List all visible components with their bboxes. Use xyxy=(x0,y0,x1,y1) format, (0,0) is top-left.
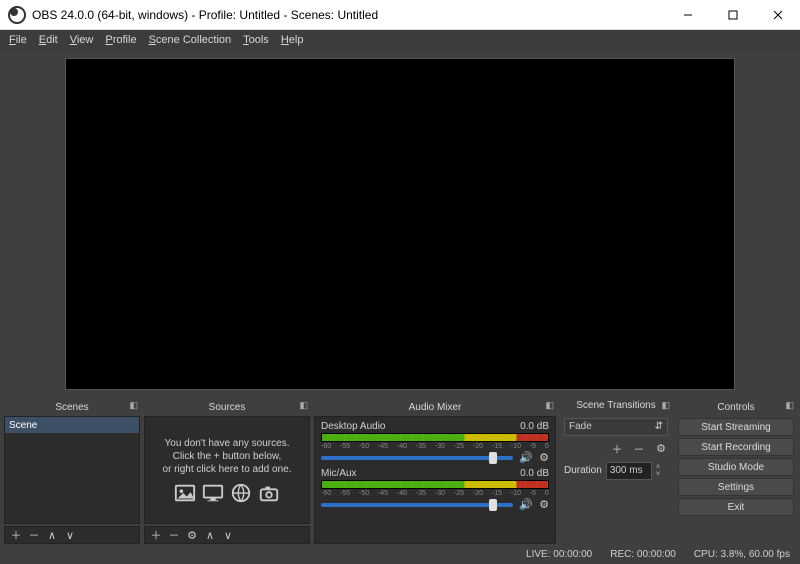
audio-meter xyxy=(321,480,549,489)
menu-bar: File Edit View Profile Scene Collection … xyxy=(0,30,800,50)
source-down-button[interactable]: ∨ xyxy=(221,528,235,542)
transitions-title: Scene Transitions xyxy=(576,400,656,411)
transition-selected: Fade xyxy=(569,421,592,432)
chevron-updown-icon: ⇵ xyxy=(655,421,663,432)
menu-profile[interactable]: Profile xyxy=(99,32,142,48)
duration-spinner[interactable]: ˄˅ xyxy=(656,464,660,478)
menu-scene-collection[interactable]: Scene Collection xyxy=(143,32,238,48)
source-remove-button[interactable]: － xyxy=(167,528,181,542)
popout-icon[interactable]: ◧ xyxy=(661,400,670,411)
mixer-channel: Mic/Aux 0.0 dB -60-55-50-45-40-35-30-25-… xyxy=(321,468,549,511)
channel-db: 0.0 dB xyxy=(520,421,549,432)
speaker-icon[interactable]: 🔊 xyxy=(519,498,533,511)
status-bar: LIVE: 00:00:00 REC: 00:00:00 CPU: 3.8%, … xyxy=(0,544,800,564)
camera-icon xyxy=(258,482,280,504)
mixer-title: Audio Mixer xyxy=(409,402,462,413)
controls-body: Start Streaming Start Recording Studio M… xyxy=(676,416,796,518)
scenes-toolbar: ＋ － ∧ ∨ xyxy=(4,526,140,544)
meter-ticks: -60-55-50-45-40-35-30-25-20-15-10-50 xyxy=(321,490,549,497)
channel-name: Desktop Audio xyxy=(321,421,386,432)
popout-icon[interactable]: ◧ xyxy=(129,400,138,411)
globe-icon xyxy=(230,482,252,504)
volume-slider[interactable] xyxy=(321,456,513,460)
scenes-header[interactable]: Scenes ◧ xyxy=(4,398,140,416)
controls-header[interactable]: Controls ◧ xyxy=(676,398,796,416)
status-live: LIVE: 00:00:00 xyxy=(526,549,592,560)
transition-select[interactable]: Fade ⇵ xyxy=(564,418,668,436)
minimize-button[interactable] xyxy=(665,0,710,30)
popout-icon[interactable]: ◧ xyxy=(785,400,794,411)
window-titlebar: OBS 24.0.0 (64-bit, windows) - Profile: … xyxy=(0,0,800,30)
mixer-header[interactable]: Audio Mixer ◧ xyxy=(314,398,556,416)
sources-title: Sources xyxy=(209,402,246,413)
studio-mode-button[interactable]: Studio Mode xyxy=(678,458,794,476)
duration-label: Duration xyxy=(564,465,602,476)
gear-icon[interactable]: ⚙ xyxy=(539,451,549,464)
meter-ticks: -60-55-50-45-40-35-30-25-20-15-10-50 xyxy=(321,443,549,450)
gear-icon[interactable]: ⚙ xyxy=(539,498,549,511)
sources-toolbar: ＋ － ⚙ ∧ ∨ xyxy=(144,526,310,544)
sources-header[interactable]: Sources ◧ xyxy=(144,398,310,416)
speaker-icon[interactable]: 🔊 xyxy=(519,451,533,464)
obs-logo-icon xyxy=(8,6,26,24)
scenes-list[interactable]: Scene xyxy=(4,416,140,524)
scene-item[interactable]: Scene xyxy=(5,417,139,433)
sources-list[interactable]: You don't have any sources. Click the + … xyxy=(144,416,310,524)
audio-mixer-dock: Audio Mixer ◧ Desktop Audio 0.0 dB -60-5… xyxy=(314,398,556,544)
app-body: Scenes ◧ Scene ＋ － ∧ ∨ Sources ◧ You don… xyxy=(0,50,800,564)
close-button[interactable] xyxy=(755,0,800,30)
mixer-body: Desktop Audio 0.0 dB -60-55-50-45-40-35-… xyxy=(314,416,556,544)
sources-dock: Sources ◧ You don't have any sources. Cl… xyxy=(144,398,310,544)
preview-area xyxy=(0,50,800,398)
popout-icon[interactable]: ◧ xyxy=(299,400,308,411)
sources-empty-line: You don't have any sources. xyxy=(165,437,290,450)
settings-button[interactable]: Settings xyxy=(678,478,794,496)
controls-title: Controls xyxy=(717,402,754,413)
menu-help[interactable]: Help xyxy=(275,32,310,48)
source-up-button[interactable]: ∧ xyxy=(203,528,217,542)
status-cpu: CPU: 3.8%, 60.00 fps xyxy=(694,549,790,560)
window-title: OBS 24.0.0 (64-bit, windows) - Profile: … xyxy=(32,8,665,22)
image-icon xyxy=(174,482,196,504)
duration-input[interactable]: 300 ms xyxy=(606,462,652,480)
start-recording-button[interactable]: Start Recording xyxy=(678,438,794,456)
transitions-dock: Scene Transitions ◧ Fade ⇵ ＋ － ⚙ Duratio… xyxy=(560,398,672,544)
channel-db: 0.0 dB xyxy=(520,468,549,479)
scene-up-button[interactable]: ∧ xyxy=(45,528,59,542)
scene-add-button[interactable]: ＋ xyxy=(9,528,23,542)
source-add-button[interactable]: ＋ xyxy=(149,528,163,542)
transition-properties-button[interactable]: ⚙ xyxy=(654,442,668,456)
menu-tools[interactable]: Tools xyxy=(237,32,275,48)
maximize-button[interactable] xyxy=(710,0,755,30)
scene-remove-button[interactable]: － xyxy=(27,528,41,542)
scenes-title: Scenes xyxy=(55,402,88,413)
menu-file[interactable]: File xyxy=(3,32,33,48)
scenes-dock: Scenes ◧ Scene ＋ － ∧ ∨ xyxy=(4,398,140,544)
preview-canvas[interactable] xyxy=(65,58,735,390)
scene-down-button[interactable]: ∨ xyxy=(63,528,77,542)
monitor-icon xyxy=(202,482,224,504)
source-properties-button[interactable]: ⚙ xyxy=(185,528,199,542)
volume-slider[interactable] xyxy=(321,503,513,507)
mixer-channel: Desktop Audio 0.0 dB -60-55-50-45-40-35-… xyxy=(321,421,549,464)
menu-view[interactable]: View xyxy=(64,32,100,48)
exit-button[interactable]: Exit xyxy=(678,498,794,516)
status-rec: REC: 00:00:00 xyxy=(610,549,676,560)
transition-add-button[interactable]: ＋ xyxy=(610,442,624,456)
controls-dock: Controls ◧ Start Streaming Start Recordi… xyxy=(676,398,796,544)
transitions-header[interactable]: Scene Transitions ◧ xyxy=(560,398,672,414)
popout-icon[interactable]: ◧ xyxy=(545,400,554,411)
audio-meter xyxy=(321,433,549,442)
menu-edit[interactable]: Edit xyxy=(33,32,64,48)
sources-empty: You don't have any sources. Click the + … xyxy=(145,417,309,523)
sources-empty-line: or right click here to add one. xyxy=(163,463,292,476)
docks-row: Scenes ◧ Scene ＋ － ∧ ∨ Sources ◧ You don… xyxy=(0,398,800,544)
sources-empty-line: Click the + button below, xyxy=(173,450,282,463)
transitions-body: Fade ⇵ ＋ － ⚙ Duration 300 ms ˄˅ xyxy=(560,414,672,544)
transition-remove-button[interactable]: － xyxy=(632,442,646,456)
channel-name: Mic/Aux xyxy=(321,468,357,479)
start-streaming-button[interactable]: Start Streaming xyxy=(678,418,794,436)
